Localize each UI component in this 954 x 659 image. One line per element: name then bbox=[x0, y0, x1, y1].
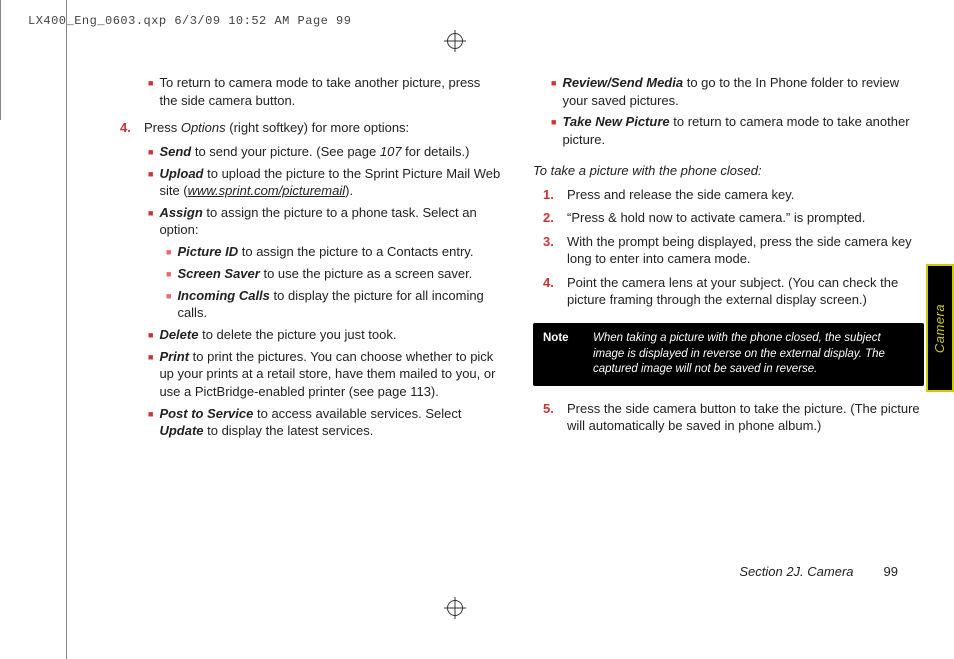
page-ref: 107 bbox=[380, 144, 402, 159]
options-label: Options bbox=[181, 120, 226, 135]
print-label: Print bbox=[159, 349, 189, 364]
column-left: ■ To return to camera mode to take anoth… bbox=[110, 70, 501, 444]
opt-text: Assign to assign the picture to a phone … bbox=[159, 204, 501, 239]
opt-text: Review/Send Media to go to the In Phone … bbox=[562, 74, 924, 109]
bullet-icon: ■ bbox=[148, 326, 153, 344]
opt-assign: ■ Assign to assign the picture to a phon… bbox=[110, 204, 501, 239]
bullet-icon: ■ bbox=[148, 74, 153, 109]
crop-mark-top bbox=[0, 0, 954, 60]
bullet-icon: ■ bbox=[551, 113, 556, 148]
closed-step-5: 5. Press the side camera button to take … bbox=[533, 400, 924, 435]
t: to send your picture. (See page bbox=[191, 144, 380, 159]
opt-picture-id: ■ Picture ID to assign the picture to a … bbox=[110, 243, 501, 261]
opt-send: ■ Send to send your picture. (See page 1… bbox=[110, 143, 501, 161]
bullet-icon: ■ bbox=[551, 74, 556, 109]
note-box: Note When taking a picture with the phon… bbox=[533, 323, 924, 386]
opt-review-send-media: ■ Review/Send Media to go to the In Phon… bbox=[533, 74, 924, 109]
opt-take-new-picture: ■ Take New Picture to return to camera m… bbox=[533, 113, 924, 148]
opt-text: Picture ID to assign the picture to a Co… bbox=[177, 243, 473, 261]
bullet-icon: ■ bbox=[148, 204, 153, 239]
step-text: Point the camera lens at your subject. (… bbox=[567, 274, 924, 309]
t: Press bbox=[144, 120, 181, 135]
t: to delete the picture you just took. bbox=[198, 327, 396, 342]
assign-label: Assign bbox=[159, 205, 202, 220]
step-number: 1. bbox=[543, 186, 561, 204]
step-text: Press Options (right softkey) for more o… bbox=[144, 119, 501, 137]
column-right: ■ Review/Send Media to go to the In Phon… bbox=[533, 70, 924, 444]
step-number: 4. bbox=[543, 274, 561, 309]
step-4: 4. Press Options (right softkey) for mor… bbox=[110, 119, 501, 137]
bullet-icon: ■ bbox=[148, 143, 153, 161]
t: ). bbox=[345, 183, 353, 198]
footer-section: Section 2J. Camera bbox=[739, 564, 853, 579]
post-to-service-label: Post to Service bbox=[159, 406, 253, 421]
note-text: When taking a picture with the phone clo… bbox=[593, 331, 914, 378]
page-footer: Section 2J. Camera 99 bbox=[739, 564, 898, 579]
t: to print the pictures. You can choose wh… bbox=[159, 349, 495, 399]
bullet-icon: ■ bbox=[148, 165, 153, 200]
closed-step-4: 4. Point the camera lens at your subject… bbox=[533, 274, 924, 309]
bullet-return-to-camera: ■ To return to camera mode to take anoth… bbox=[110, 74, 501, 109]
section-tab-camera: Camera bbox=[926, 264, 954, 392]
update-label: Update bbox=[159, 423, 203, 438]
review-send-media-label: Review/Send Media bbox=[562, 75, 683, 90]
bullet-text: To return to camera mode to take another… bbox=[159, 74, 501, 109]
step-text: Press the side camera button to take the… bbox=[567, 400, 924, 435]
t: to assign the picture to a Contacts entr… bbox=[238, 244, 473, 259]
opt-text: Screen Saver to use the picture as a scr… bbox=[177, 265, 472, 283]
t: to display the latest services. bbox=[204, 423, 374, 438]
step-number: 2. bbox=[543, 209, 561, 227]
page-body: ■ To return to camera mode to take anoth… bbox=[110, 70, 924, 619]
registration-mark-top bbox=[444, 30, 466, 52]
note-label: Note bbox=[543, 331, 593, 378]
bullet-icon: ■ bbox=[148, 405, 153, 440]
upload-link: www.sprint.com/picturemail bbox=[188, 183, 346, 198]
step-number: 4. bbox=[120, 119, 138, 137]
opt-text: Upload to upload the picture to the Spri… bbox=[159, 165, 501, 200]
opt-text: Print to print the pictures. You can cho… bbox=[159, 348, 501, 401]
bullet-icon: ■ bbox=[166, 287, 171, 322]
opt-text: Send to send your picture. (See page 107… bbox=[159, 143, 469, 161]
subheading-phone-closed: To take a picture with the phone closed: bbox=[533, 162, 924, 180]
bullet-icon: ■ bbox=[166, 243, 171, 261]
t: for details.) bbox=[402, 144, 470, 159]
bullet-icon: ■ bbox=[166, 265, 171, 283]
picture-id-label: Picture ID bbox=[177, 244, 238, 259]
send-label: Send bbox=[159, 144, 191, 159]
closed-step-3: 3. With the prompt being displayed, pres… bbox=[533, 233, 924, 268]
step-number: 5. bbox=[543, 400, 561, 435]
opt-text: Delete to delete the picture you just to… bbox=[159, 326, 396, 344]
screen-saver-label: Screen Saver bbox=[177, 266, 259, 281]
section-tab-label: Camera bbox=[933, 303, 948, 352]
step-text: “Press & hold now to activate camera.” i… bbox=[567, 209, 924, 227]
opt-incoming-calls: ■ Incoming Calls to display the picture … bbox=[110, 287, 501, 322]
opt-delete: ■ Delete to delete the picture you just … bbox=[110, 326, 501, 344]
incoming-calls-label: Incoming Calls bbox=[177, 288, 269, 303]
take-new-picture-label: Take New Picture bbox=[562, 114, 669, 129]
bullet-icon: ■ bbox=[148, 348, 153, 401]
binding-rule bbox=[66, 0, 67, 659]
closed-step-2: 2. “Press & hold now to activate camera.… bbox=[533, 209, 924, 227]
t: to assign the picture to a phone task. S… bbox=[159, 205, 476, 238]
opt-text: Incoming Calls to display the picture fo… bbox=[177, 287, 501, 322]
t: to use the picture as a screen saver. bbox=[260, 266, 472, 281]
opt-upload: ■ Upload to upload the picture to the Sp… bbox=[110, 165, 501, 200]
opt-print: ■ Print to print the pictures. You can c… bbox=[110, 348, 501, 401]
opt-text: Post to Service to access available serv… bbox=[159, 405, 501, 440]
t: (right softkey) for more options: bbox=[226, 120, 410, 135]
t: to access available services. Select bbox=[253, 406, 461, 421]
step-text: With the prompt being displayed, press t… bbox=[567, 233, 924, 268]
print-slug: LX400_Eng_0603.qxp 6/3/09 10:52 AM Page … bbox=[28, 14, 351, 28]
footer-page-number: 99 bbox=[884, 564, 898, 579]
delete-label: Delete bbox=[159, 327, 198, 342]
opt-post-to-service: ■ Post to Service to access available se… bbox=[110, 405, 501, 440]
closed-step-1: 1. Press and release the side camera key… bbox=[533, 186, 924, 204]
upload-label: Upload bbox=[159, 166, 203, 181]
opt-screen-saver: ■ Screen Saver to use the picture as a s… bbox=[110, 265, 501, 283]
step-number: 3. bbox=[543, 233, 561, 268]
opt-text: Take New Picture to return to camera mod… bbox=[562, 113, 924, 148]
step-text: Press and release the side camera key. bbox=[567, 186, 924, 204]
